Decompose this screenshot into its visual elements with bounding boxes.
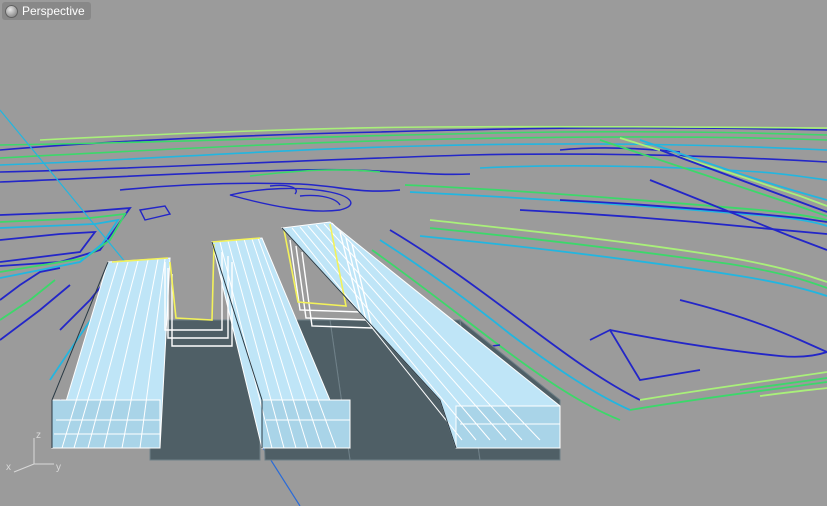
axis-z-label: z xyxy=(36,430,41,441)
perspective-viewport[interactable]: Perspective z x y xyxy=(0,0,827,506)
axis-gizmo: z x y xyxy=(6,428,70,478)
viewport-title-label: Perspective xyxy=(22,4,85,18)
axis-y-label: y xyxy=(56,462,61,473)
horizon-contours xyxy=(0,125,827,192)
pier-left xyxy=(51,257,171,449)
viewport-menu-icon[interactable] xyxy=(5,4,18,18)
wireframe-scene[interactable] xyxy=(0,0,827,506)
viewport-title-tab[interactable]: Perspective xyxy=(2,2,91,20)
axis-x-label: x xyxy=(6,462,11,473)
